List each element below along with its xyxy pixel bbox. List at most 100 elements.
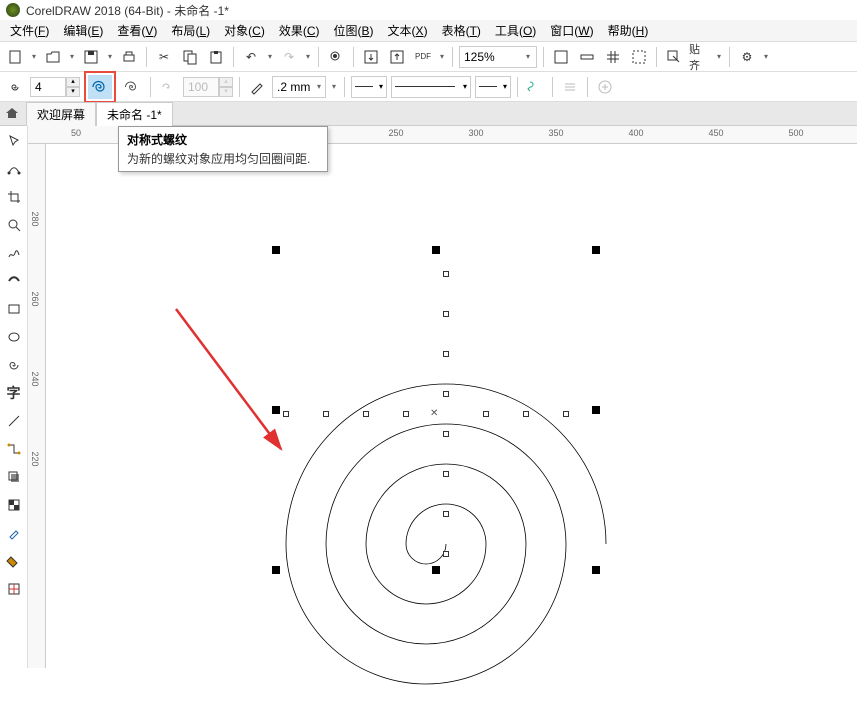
drop-shadow-icon[interactable] — [3, 466, 25, 488]
selection-handle[interactable] — [592, 246, 600, 254]
wrap-text-icon[interactable] — [524, 76, 546, 98]
spiral-node[interactable] — [443, 391, 449, 397]
spiral-node[interactable] — [443, 551, 449, 557]
publish-pdf-icon[interactable]: PDF — [412, 46, 434, 68]
pdf-dropdown[interactable]: ▾ — [438, 46, 446, 68]
outline-width-dropdown[interactable]: ▾ — [315, 76, 323, 98]
spiral-node[interactable] — [563, 411, 569, 417]
menu-file[interactable]: 文件(F) — [4, 20, 55, 41]
zoom-input[interactable] — [460, 50, 520, 64]
save-dropdown[interactable]: ▾ — [106, 46, 114, 68]
paste-icon[interactable] — [205, 46, 227, 68]
zoom-dropdown[interactable]: ▾ — [520, 52, 536, 61]
parallel-dim-icon[interactable] — [3, 410, 25, 432]
rectangle-tool-icon[interactable] — [3, 298, 25, 320]
rulers-icon[interactable] — [576, 46, 598, 68]
selection-handle[interactable] — [592, 406, 600, 414]
spiral-node[interactable] — [443, 471, 449, 477]
menu-bitmap[interactable]: 位图(B) — [328, 20, 380, 41]
logarithmic-spiral-button[interactable] — [120, 75, 144, 99]
start-arrowhead[interactable]: ▾ — [351, 76, 387, 98]
search-icon[interactable] — [325, 46, 347, 68]
spiral-node[interactable] — [323, 411, 329, 417]
selection-handle[interactable] — [272, 566, 280, 574]
canvas-area[interactable]: ✕ — [46, 144, 857, 668]
redo-icon[interactable]: ↷ — [278, 46, 300, 68]
save-icon[interactable] — [80, 46, 102, 68]
selection-handle[interactable] — [432, 246, 440, 254]
text-tool-icon[interactable]: 字 — [3, 382, 25, 404]
spin-up[interactable]: ▴ — [66, 77, 80, 87]
outline-width-combo[interactable]: ▾ — [272, 76, 326, 98]
artistic-media-icon[interactable] — [3, 270, 25, 292]
polygon-tool-icon[interactable] — [3, 354, 25, 376]
print-icon[interactable] — [118, 46, 140, 68]
undo-dropdown[interactable]: ▾ — [266, 46, 274, 68]
menu-view[interactable]: 查看(V) — [111, 20, 163, 41]
menu-object[interactable]: 对象(C) — [218, 20, 271, 41]
menu-table[interactable]: 表格(T) — [436, 20, 487, 41]
guides-icon[interactable] — [628, 46, 650, 68]
undo-icon[interactable]: ↶ — [240, 46, 262, 68]
spiral-turns-spinner[interactable]: ▴▾ — [30, 77, 80, 97]
spin-down[interactable]: ▾ — [66, 87, 80, 97]
redo-dropdown[interactable]: ▾ — [304, 46, 312, 68]
eyedropper-icon[interactable] — [3, 522, 25, 544]
snap-dropdown[interactable]: ▾ — [715, 46, 723, 68]
options-icon[interactable]: ⚙ — [736, 46, 758, 68]
fill-tool-icon[interactable] — [3, 550, 25, 572]
menu-help[interactable]: 帮助(H) — [602, 20, 655, 41]
transparency-tool-icon[interactable] — [3, 494, 25, 516]
zoom-tool-icon[interactable] — [3, 214, 25, 236]
pick-tool-icon[interactable] — [3, 130, 25, 152]
spiral-object[interactable] — [276, 374, 616, 714]
menu-window[interactable]: 窗口(W) — [544, 20, 599, 41]
open-icon[interactable] — [42, 46, 64, 68]
import-icon[interactable] — [360, 46, 382, 68]
new-dropdown[interactable]: ▾ — [30, 46, 38, 68]
menu-layout[interactable]: 布局(L) — [165, 20, 216, 41]
snap-to-button[interactable]: 贴齐 — [689, 46, 711, 68]
smart-fill-icon[interactable] — [3, 578, 25, 600]
selection-handle[interactable] — [592, 566, 600, 574]
outline-width-input[interactable] — [275, 80, 315, 94]
spiral-node[interactable] — [443, 511, 449, 517]
spiral-node[interactable] — [483, 411, 489, 417]
spiral-node[interactable] — [443, 431, 449, 437]
spiral-node[interactable] — [523, 411, 529, 417]
launch-icon[interactable] — [663, 46, 685, 68]
connector-tool-icon[interactable] — [3, 438, 25, 460]
spiral-turns-input[interactable] — [30, 77, 66, 97]
tab-welcome[interactable]: 欢迎屏幕 — [26, 102, 96, 126]
export-icon[interactable] — [386, 46, 408, 68]
symmetric-spiral-button[interactable] — [88, 75, 112, 99]
ellipse-tool-icon[interactable] — [3, 326, 25, 348]
tab-untitled[interactable]: 未命名 -1* — [96, 102, 173, 126]
options-dropdown[interactable]: ▾ — [762, 46, 770, 68]
menu-effect[interactable]: 效果(C) — [273, 20, 326, 41]
outline-unit-dropdown[interactable]: ▾ — [330, 76, 338, 98]
menu-edit[interactable]: 编辑(E) — [57, 20, 109, 41]
home-icon[interactable] — [4, 105, 22, 123]
fullscreen-icon[interactable] — [550, 46, 572, 68]
new-doc-icon[interactable] — [4, 46, 26, 68]
grid-icon[interactable] — [602, 46, 624, 68]
shape-tool-icon[interactable] — [3, 158, 25, 180]
spiral-node[interactable] — [443, 351, 449, 357]
menu-tools[interactable]: 工具(O) — [489, 20, 542, 41]
spiral-node[interactable] — [443, 271, 449, 277]
line-style-combo[interactable]: ▾ — [391, 76, 471, 98]
menu-text[interactable]: 文本(X) — [382, 20, 434, 41]
spiral-node[interactable] — [403, 411, 409, 417]
freehand-tool-icon[interactable] — [3, 242, 25, 264]
copy-icon[interactable] — [179, 46, 201, 68]
outline-pen-icon[interactable] — [246, 76, 268, 98]
end-arrowhead[interactable]: ▾ — [475, 76, 511, 98]
cut-icon[interactable]: ✂ — [153, 46, 175, 68]
spiral-node[interactable] — [363, 411, 369, 417]
zoom-combo[interactable]: ▾ — [459, 46, 537, 68]
open-dropdown[interactable]: ▾ — [68, 46, 76, 68]
crop-tool-icon[interactable] — [3, 186, 25, 208]
spiral-node[interactable] — [443, 311, 449, 317]
selection-handle[interactable] — [272, 246, 280, 254]
